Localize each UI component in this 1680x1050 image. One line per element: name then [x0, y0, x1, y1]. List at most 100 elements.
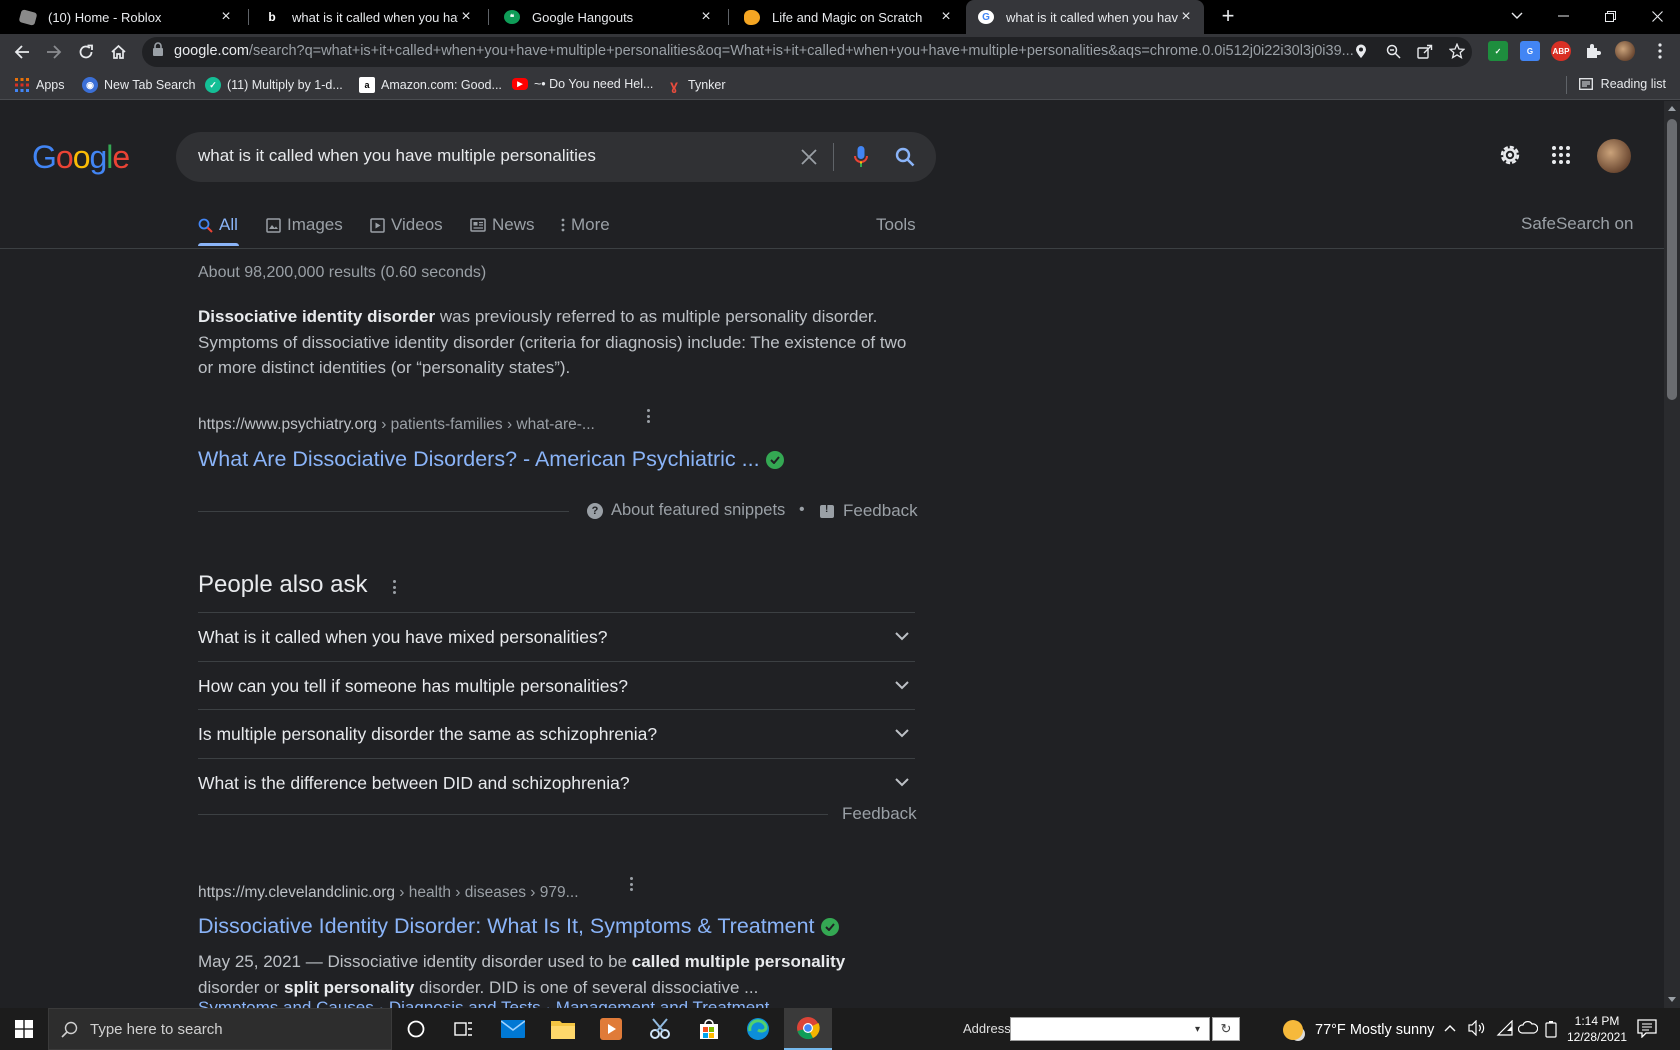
- file-explorer-icon[interactable]: [539, 1008, 587, 1050]
- search-icon[interactable]: [892, 144, 918, 170]
- browser-tab-hangouts[interactable]: ❝ Google Hangouts ×: [492, 0, 724, 34]
- scroll-up-arrow-icon[interactable]: [1668, 106, 1676, 111]
- wifi-icon[interactable]: [1496, 1019, 1514, 1039]
- paa-question[interactable]: What is the difference between DID and s…: [198, 758, 915, 806]
- tab-videos[interactable]: Videos: [370, 215, 443, 235]
- search-box[interactable]: what is it called when you have multiple…: [176, 132, 936, 182]
- featured-cite-url[interactable]: https://www.psychiatry.org › patients-fa…: [198, 416, 595, 434]
- page-scrollbar[interactable]: [1664, 101, 1680, 1008]
- close-window-button[interactable]: [1634, 0, 1680, 32]
- tab-close-icon[interactable]: ×: [458, 9, 474, 25]
- translate-extension-icon[interactable]: G: [1520, 41, 1540, 61]
- extensions-puzzle-icon[interactable]: [1583, 41, 1603, 61]
- adblock-plus-icon[interactable]: ABP: [1551, 41, 1571, 61]
- scroll-down-arrow-icon[interactable]: [1668, 997, 1676, 1002]
- show-hidden-icons-chevron-icon[interactable]: [1444, 1020, 1456, 1035]
- reading-list-button[interactable]: Reading list: [1578, 77, 1666, 91]
- lock-icon[interactable]: [152, 42, 164, 61]
- verified-check-icon: [765, 450, 784, 469]
- notification-center-icon[interactable]: [1637, 1018, 1657, 1043]
- volume-icon[interactable]: [1468, 1019, 1486, 1039]
- restore-button[interactable]: [1587, 0, 1633, 32]
- browser-tab-scratch[interactable]: Life and Magic on Scratch ×: [732, 0, 964, 34]
- share-icon[interactable]: [1416, 42, 1434, 60]
- result-link[interactable]: Dissociative Identity Disorder: What Is …: [198, 914, 815, 939]
- reload-button[interactable]: [72, 38, 100, 66]
- result-options-icon[interactable]: [626, 875, 636, 893]
- windows-start-button[interactable]: [0, 1008, 48, 1050]
- settings-gear-icon[interactable]: [1498, 143, 1522, 172]
- media-player-icon[interactable]: [587, 1008, 635, 1050]
- bookmark-amazon[interactable]: a Amazon.com: Good...: [359, 77, 502, 93]
- paa-question[interactable]: What is it called when you have mixed pe…: [198, 612, 915, 660]
- scroll-thumb[interactable]: [1667, 119, 1677, 400]
- bookmark-khan-academy[interactable]: ✓ (11) Multiply by 1-d...: [205, 77, 343, 93]
- home-button[interactable]: [104, 38, 132, 66]
- new-tab-button[interactable]: +: [1216, 5, 1240, 29]
- address-toolbar-input[interactable]: [1010, 1017, 1210, 1041]
- cortana-icon[interactable]: [392, 1008, 440, 1050]
- microphone-icon[interactable]: [848, 144, 874, 170]
- bookmark-youtube[interactable]: ▶ ~• Do You need Hel...: [512, 77, 653, 91]
- result-title[interactable]: Dissociative Identity Disorder: What Is …: [198, 914, 839, 939]
- snippet-feedback-link[interactable]: Feedback: [820, 501, 918, 521]
- featured-result-link[interactable]: What Are Dissociative Disorders? - Ameri…: [198, 447, 760, 472]
- profile-avatar-icon[interactable]: [1615, 41, 1635, 61]
- tab-images[interactable]: Images: [266, 215, 343, 235]
- bookmark-apps[interactable]: Apps: [14, 77, 65, 93]
- chrome-taskbar-icon[interactable]: [784, 1008, 832, 1050]
- browser-tab-google-active[interactable]: G what is it called when you have m ×: [966, 0, 1204, 34]
- tab-close-icon[interactable]: ×: [1178, 9, 1194, 25]
- result-cite-url[interactable]: https://my.clevelandclinic.org › health …: [198, 884, 579, 902]
- snipping-tool-icon[interactable]: [636, 1008, 684, 1050]
- task-view-icon[interactable]: [440, 1008, 488, 1050]
- result-options-icon[interactable]: [643, 407, 653, 425]
- zoom-icon[interactable]: [1384, 42, 1402, 60]
- browser-tab-roblox[interactable]: (10) Home - Roblox ×: [8, 0, 244, 34]
- bookmark-new-tab-search[interactable]: ◉ New Tab Search: [82, 77, 196, 93]
- checkmark-extension-icon[interactable]: ✓: [1488, 41, 1508, 61]
- safesearch-status[interactable]: SafeSearch on: [1521, 214, 1633, 234]
- paa-feedback-link[interactable]: Feedback: [842, 804, 917, 824]
- battery-icon[interactable]: [1545, 1020, 1557, 1041]
- paa-question[interactable]: Is multiple personality disorder the sam…: [198, 709, 915, 757]
- mail-icon[interactable]: [489, 1008, 537, 1050]
- clear-icon[interactable]: [796, 144, 822, 170]
- forward-button[interactable]: [40, 38, 68, 66]
- account-avatar[interactable]: [1597, 139, 1631, 173]
- taskbar-search-box[interactable]: Type here to search: [48, 1008, 392, 1050]
- microsoft-store-icon[interactable]: [685, 1008, 733, 1050]
- search-input[interactable]: what is it called when you have multiple…: [198, 146, 596, 166]
- featured-result-title[interactable]: What Are Dissociative Disorders? - Ameri…: [198, 447, 784, 472]
- google-apps-icon[interactable]: [1552, 146, 1570, 169]
- tools-button[interactable]: Tools: [876, 215, 916, 235]
- taskbar-search-placeholder: Type here to search: [90, 1020, 223, 1038]
- onedrive-icon[interactable]: [1517, 1020, 1539, 1037]
- chevron-down-icon[interactable]: ▾: [1185, 1017, 1210, 1041]
- tab-close-icon[interactable]: ×: [218, 9, 234, 25]
- tab-search-chevron-icon[interactable]: [1494, 0, 1540, 32]
- result-sitelinks[interactable]: Symptoms and Causes · Diagnosis and Test…: [198, 998, 769, 1008]
- browser-tab-bing-search[interactable]: b what is it called when you have m ×: [252, 0, 484, 34]
- paa-options-icon[interactable]: [389, 578, 399, 596]
- tab-more[interactable]: More: [561, 215, 610, 235]
- bookmark-tynker[interactable]: ɣ Tynker: [666, 77, 725, 93]
- paa-question[interactable]: How can you tell if someone has multiple…: [198, 661, 915, 709]
- chrome-menu-icon[interactable]: [1650, 41, 1670, 61]
- url-text[interactable]: google.com/search?q=what+is+it+called+wh…: [174, 43, 1354, 59]
- tab-close-icon[interactable]: ×: [698, 9, 714, 25]
- tab-close-icon[interactable]: ×: [938, 9, 954, 25]
- tab-news[interactable]: News: [470, 215, 535, 235]
- video-icon: [370, 217, 385, 233]
- about-featured-snippets-link[interactable]: ? About featured snippets: [587, 501, 785, 520]
- bookmark-star-icon[interactable]: [1448, 42, 1466, 60]
- minimize-button[interactable]: [1540, 0, 1586, 32]
- system-clock[interactable]: 1:14 PM 12/28/2021: [1563, 1013, 1631, 1045]
- location-pin-icon[interactable]: [1352, 42, 1370, 60]
- tab-all[interactable]: All: [198, 215, 238, 235]
- weather-widget[interactable]: 77°F Mostly sunny: [1283, 1020, 1434, 1040]
- edge-icon[interactable]: [734, 1008, 782, 1050]
- refresh-icon[interactable]: ↻: [1212, 1017, 1240, 1041]
- google-logo[interactable]: Google: [32, 139, 130, 176]
- back-button[interactable]: [8, 38, 36, 66]
